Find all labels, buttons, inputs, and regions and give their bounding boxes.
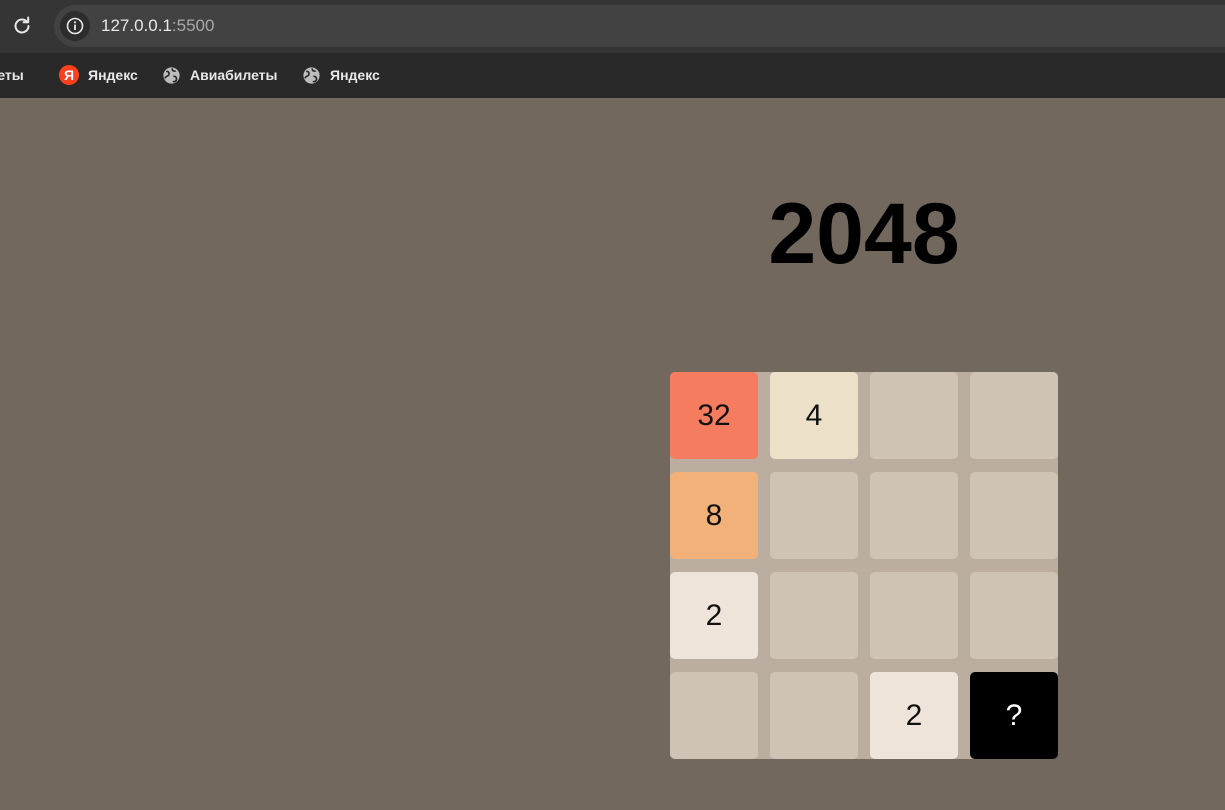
tile — [970, 572, 1058, 659]
tile: ? — [970, 672, 1058, 759]
tile — [670, 672, 758, 759]
globe-icon — [302, 66, 321, 85]
browser-chrome: 127.0.0.1:5500 илеты Я Яндекс Авиабиле — [0, 0, 1225, 98]
reload-icon — [12, 16, 32, 36]
browser-toolbar: 127.0.0.1:5500 — [0, 0, 1225, 53]
info-icon — [66, 17, 84, 35]
tile — [770, 572, 858, 659]
bookmark-label: Авиабилеты — [190, 67, 278, 83]
bookmark-label: Яндекс — [330, 67, 380, 83]
globe-icon — [162, 66, 181, 85]
yandex-icon: Я — [59, 65, 79, 85]
tile: 2 — [870, 672, 958, 759]
url-text[interactable]: 127.0.0.1:5500 — [101, 16, 214, 36]
url-host: 127.0.0.1 — [101, 16, 172, 35]
bookmark-item[interactable]: Я Яндекс — [59, 64, 138, 86]
bookmark-item[interactable]: Авиабилеты — [162, 64, 278, 86]
tile — [770, 472, 858, 559]
tile: 4 — [770, 372, 858, 459]
tile — [870, 572, 958, 659]
bookmark-item[interactable]: Яндекс — [302, 64, 380, 86]
bookmarks-bar: илеты Я Яндекс Авиабилеты — [0, 53, 1225, 98]
tile — [770, 672, 858, 759]
site-info-button[interactable] — [60, 11, 90, 41]
tile — [870, 372, 958, 459]
address-bar[interactable]: 127.0.0.1:5500 — [54, 5, 1225, 47]
game-title: 2048 — [768, 186, 960, 282]
url-port: :5500 — [171, 16, 215, 35]
reload-button[interactable] — [8, 12, 36, 40]
svg-text:Я: Я — [64, 67, 74, 83]
bookmark-item[interactable]: илеты — [0, 64, 24, 86]
game-board: 32 4 8 2 2 ? — [670, 372, 1058, 759]
tile: 8 — [670, 472, 758, 559]
tile — [970, 372, 1058, 459]
tile: 32 — [670, 372, 758, 459]
tile — [970, 472, 1058, 559]
tile — [870, 472, 958, 559]
tile: 2 — [670, 572, 758, 659]
bookmark-label: илеты — [0, 67, 24, 83]
bookmark-label: Яндекс — [88, 67, 138, 83]
